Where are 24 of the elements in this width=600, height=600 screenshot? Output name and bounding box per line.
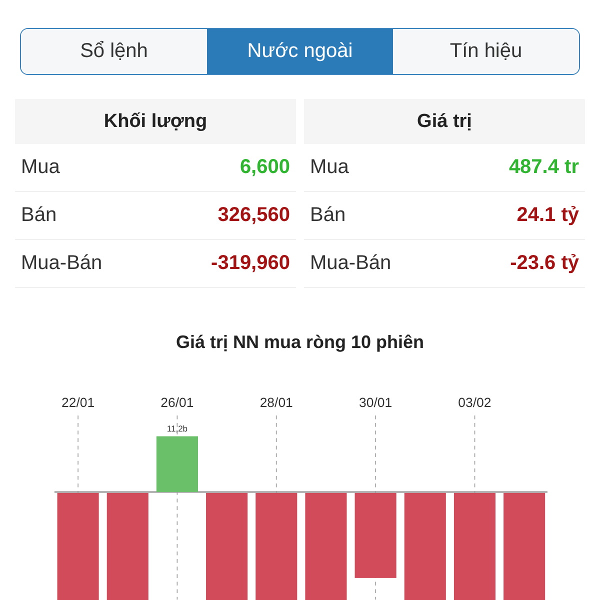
date-label: 28/01 xyxy=(260,395,293,410)
row-value: -319,960 xyxy=(211,252,290,276)
tab[interactable]: Tín hiệu xyxy=(393,29,579,74)
bar-value-label: 11,2b xyxy=(166,424,188,434)
row-label: Mua-Bán xyxy=(310,252,392,276)
row-value: 6,600 xyxy=(240,156,290,180)
row-value: 326,560 xyxy=(218,204,290,228)
row-label: Mua xyxy=(21,156,60,180)
row-label: Mua-Bán xyxy=(21,252,102,276)
date-label: 03/02 xyxy=(458,395,492,410)
row-value: 487.4 tr xyxy=(508,156,579,180)
column-header: Khối lượng xyxy=(15,99,296,144)
date-label: 30/01 xyxy=(359,395,392,410)
row-label: Bán xyxy=(310,204,346,228)
tab[interactable]: Nước ngoài xyxy=(207,29,393,74)
column-header: Giá trị xyxy=(304,99,585,144)
date-label: 26/01 xyxy=(160,395,194,410)
row-label: Bán xyxy=(21,204,57,228)
row-value: -23.6 tỷ xyxy=(510,252,579,276)
row-value: 24.1 tỷ xyxy=(516,204,579,228)
row-label: Mua xyxy=(310,156,349,180)
tab[interactable]: Sổ lệnh xyxy=(21,29,207,74)
chart-title: Giá trị NN mua ròng 10 phiên xyxy=(174,332,426,354)
date-label: 22/01 xyxy=(62,395,95,410)
